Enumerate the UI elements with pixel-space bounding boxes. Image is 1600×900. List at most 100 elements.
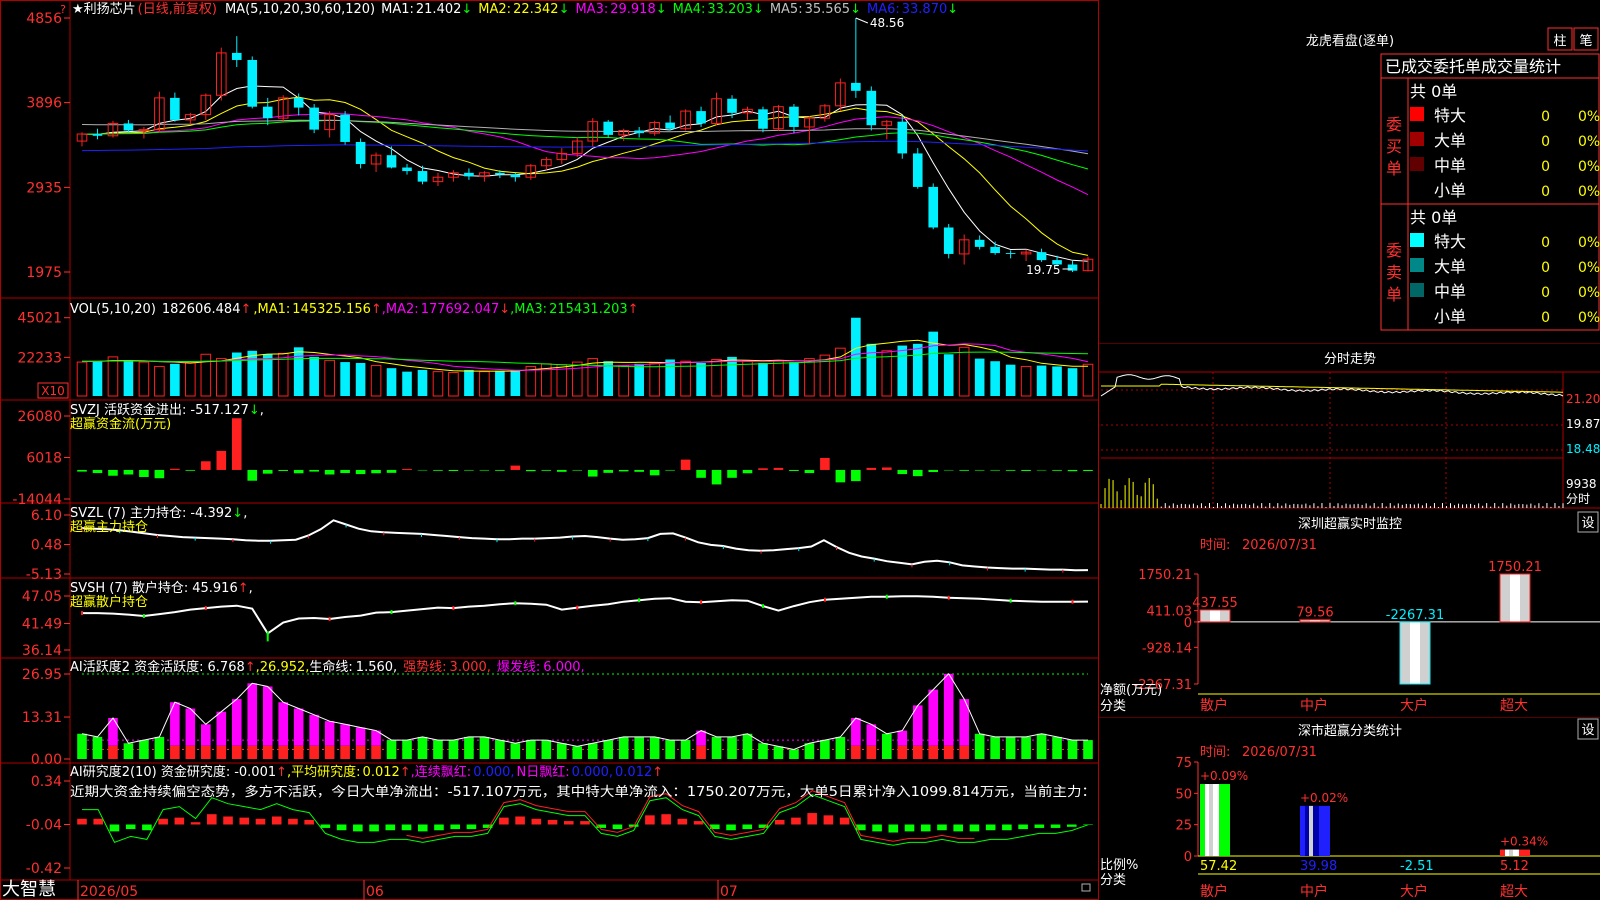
fund-flow-bar bbox=[556, 469, 567, 472]
fund-flow-bar bbox=[77, 469, 87, 472]
activity-bar-base bbox=[293, 745, 304, 759]
candle-body bbox=[170, 97, 180, 120]
sz-monitor-y-tick-2: 0 bbox=[1184, 616, 1192, 631]
fund-flow-bar bbox=[139, 469, 149, 477]
lock-icon[interactable] bbox=[1081, 883, 1091, 892]
lhb-title: 龙虎看盘(逐单) bbox=[1306, 33, 1394, 49]
research-bar bbox=[953, 824, 963, 832]
lhb-sell-row-pct-3: 0% bbox=[1578, 310, 1600, 326]
research-bar bbox=[1034, 824, 1045, 828]
fund-flow-bar bbox=[758, 468, 768, 470]
sz-class-value-2: -2.51 bbox=[1400, 859, 1434, 874]
volume-bar bbox=[1052, 366, 1062, 396]
activity-bar-hot bbox=[293, 708, 304, 746]
lhb-buy-side-char-1: 买 bbox=[1386, 137, 1402, 156]
fund-flow-bar bbox=[340, 469, 350, 474]
fund-flow-bar bbox=[386, 469, 397, 473]
lhb-sell-row-count-3: 0 bbox=[1541, 310, 1550, 326]
volume-bar bbox=[649, 362, 660, 397]
volume-bar bbox=[990, 361, 1000, 396]
sz-class-y-tick-2: 25 bbox=[1175, 819, 1192, 834]
research-bar bbox=[417, 824, 428, 832]
volume-bar bbox=[1082, 363, 1094, 397]
activity-bar-cool bbox=[1005, 736, 1016, 759]
lhb-buy-row-count-1: 0 bbox=[1541, 134, 1550, 150]
x-label-1: 06 bbox=[366, 884, 384, 900]
zj-y-tick-0: 26080 bbox=[17, 409, 62, 425]
lhb-sell-swatch-1 bbox=[1410, 258, 1424, 272]
sz-monitor-bar-label-2: -2267.31 bbox=[1386, 608, 1444, 623]
zj-header-1: -517.127 bbox=[190, 403, 248, 418]
volume-bar bbox=[851, 317, 861, 396]
main-chart-canvas[interactable]: 4856 3896 2935 1975? 48.56 19.75 ★ 利扬芯片 (日线,前复权)… bbox=[0, 0, 1600, 900]
candle-body bbox=[402, 167, 412, 172]
lhb-sell-row-label-1: 大单 bbox=[1434, 257, 1466, 276]
ai2-header-4: 0.012 bbox=[363, 765, 400, 780]
activity-bar-cool bbox=[758, 743, 768, 759]
activity-bar-hot bbox=[231, 699, 242, 746]
research-bar bbox=[499, 817, 509, 825]
vol-header-2: ↑ bbox=[240, 302, 251, 317]
lhb-sell-side-char-2: 单 bbox=[1386, 285, 1402, 304]
activity-bar-cool bbox=[789, 749, 799, 759]
zj-subtitle: 超赢资金流(万元) bbox=[70, 416, 171, 432]
sz-monitor-y-tick-3: -928.14 bbox=[1142, 641, 1192, 656]
lhb-sell-swatch-2 bbox=[1410, 283, 1424, 297]
k-header-18: ↓ bbox=[850, 2, 861, 17]
research-bar bbox=[255, 818, 266, 825]
vol-y-tick-0: 45021 bbox=[17, 311, 62, 327]
activity-bar-cool bbox=[77, 733, 87, 759]
fund-flow-bar bbox=[262, 469, 273, 474]
zl-subtitle: 超赢主力持仓 bbox=[70, 519, 148, 535]
volume-bar bbox=[76, 361, 88, 397]
sz-class-y-tick-1: 50 bbox=[1175, 787, 1192, 802]
activity-bar-hot bbox=[309, 714, 319, 746]
candle-body bbox=[696, 111, 706, 124]
research-bar bbox=[271, 816, 282, 825]
research-bar bbox=[369, 824, 379, 832]
activity-bar-cool bbox=[510, 743, 521, 759]
vol-header-0: VOL(5,10,20) bbox=[70, 302, 156, 317]
sz-class-y-tick-3: 0 bbox=[1184, 850, 1192, 865]
activity-bar-base bbox=[170, 745, 180, 759]
research-avg-line bbox=[82, 794, 1089, 846]
ai2-header-10: 0.012 bbox=[615, 765, 652, 780]
volume-bar bbox=[309, 356, 319, 396]
activity-bar-cool bbox=[665, 740, 675, 759]
sz-class-settings-label: 设 bbox=[1581, 723, 1594, 738]
fund-flow-bar bbox=[1067, 469, 1078, 472]
volume-bar bbox=[618, 365, 629, 397]
high-pointer bbox=[855, 17, 869, 24]
fund-flow-bar bbox=[587, 469, 598, 477]
candle-body bbox=[231, 52, 242, 60]
volume-bar bbox=[1005, 364, 1016, 396]
fund-flow-bar bbox=[1021, 469, 1031, 471]
activity-bar-cool bbox=[433, 740, 443, 759]
k-header-20: 33.870 bbox=[902, 2, 948, 17]
activity-bar-cool bbox=[773, 746, 784, 759]
candle-body bbox=[510, 174, 521, 178]
volume-bar bbox=[370, 365, 382, 397]
vol-header-11: ↑ bbox=[628, 302, 639, 317]
fenshi-y-tick-1: 19.87 bbox=[1566, 417, 1600, 431]
volume-bar bbox=[665, 359, 675, 396]
activity-bar-base bbox=[866, 745, 877, 759]
fund-flow-bar bbox=[154, 469, 165, 479]
k-header-17: 35.565 bbox=[805, 2, 851, 17]
fund-flow-bar bbox=[433, 469, 443, 471]
research-bar bbox=[320, 824, 331, 828]
activity-bar-cool bbox=[526, 740, 536, 759]
candle-body bbox=[293, 97, 304, 108]
activity-bar-cool bbox=[587, 743, 598, 759]
volume-bar bbox=[448, 372, 459, 397]
fund-flow-bar bbox=[665, 469, 675, 471]
sz-class-time-key: 时间: bbox=[1200, 745, 1230, 760]
ai1-header-7: 3.000, bbox=[450, 660, 491, 675]
zl-header-1: -4.392 bbox=[190, 506, 232, 521]
research-bar bbox=[661, 814, 671, 825]
sz-monitor-y-tick-0: 1750.21 bbox=[1138, 568, 1192, 583]
volume-bar bbox=[154, 365, 165, 397]
research-bar bbox=[353, 824, 363, 832]
lhb-tick-button-label: 笔 bbox=[1579, 33, 1592, 49]
sh-y-tick-0: 47.05 bbox=[22, 589, 62, 605]
